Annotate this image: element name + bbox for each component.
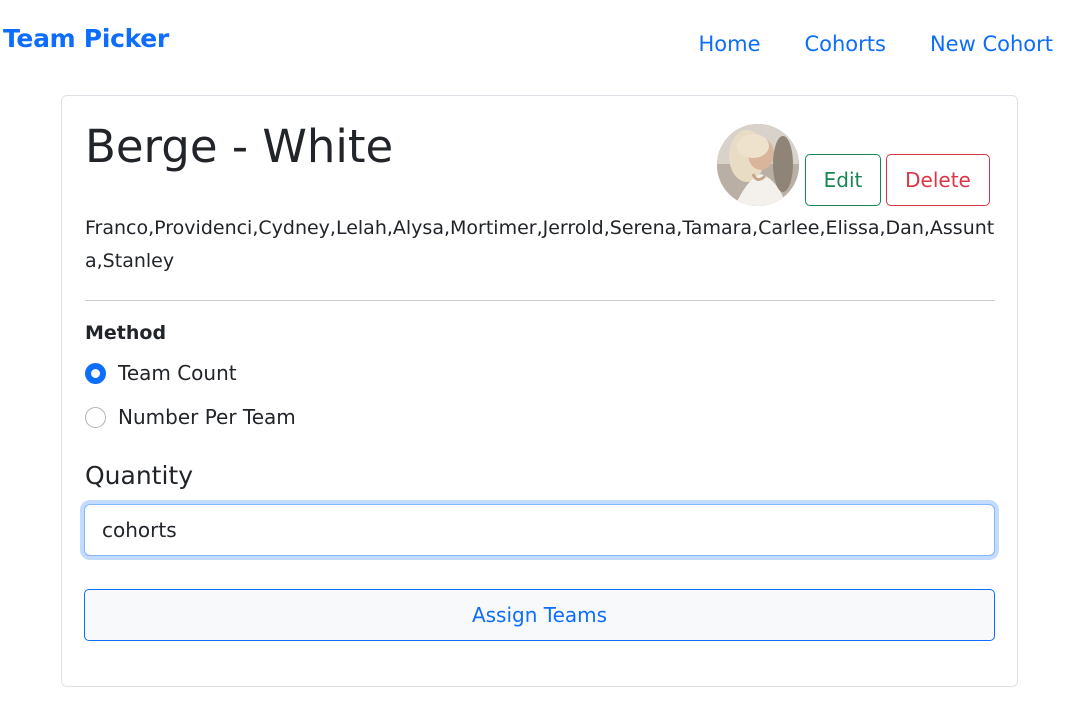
nav-link-cohorts[interactable]: Cohorts: [804, 32, 885, 56]
method-label: Method: [85, 322, 167, 344]
radio-number-per-team[interactable]: Number Per Team: [85, 405, 296, 429]
radio-team-count[interactable]: Team Count: [85, 361, 237, 385]
nav-link-new-cohort[interactable]: New Cohort: [930, 32, 1053, 56]
assign-teams-button[interactable]: Assign Teams: [84, 589, 995, 641]
radio-checked-icon[interactable]: [85, 362, 106, 384]
avatar-photo-icon: [717, 124, 799, 206]
cohort-title: Berge - White: [85, 120, 394, 173]
cohort-card: Berge - White Edit Delete Franco,Provide…: [61, 95, 1018, 687]
quantity-label: Quantity: [85, 461, 194, 490]
cohort-avatar: [717, 124, 799, 206]
brand-link[interactable]: Team Picker: [3, 24, 169, 53]
nav-link-home[interactable]: Home: [698, 32, 760, 56]
navbar: Team Picker Home Cohorts New Cohort: [0, 0, 1086, 90]
member-list: Franco,Providenci,Cydney,Lelah,Alysa,Mor…: [85, 217, 995, 272]
nav-links: Home Cohorts New Cohort: [654, 32, 1053, 56]
radio-team-count-label: Team Count: [118, 361, 237, 385]
quantity-input[interactable]: [84, 504, 995, 556]
divider: [85, 300, 995, 301]
delete-button[interactable]: Delete: [886, 154, 990, 206]
radio-number-per-team-label: Number Per Team: [118, 405, 296, 429]
edit-button[interactable]: Edit: [805, 154, 881, 206]
radio-unchecked-icon[interactable]: [85, 406, 106, 428]
